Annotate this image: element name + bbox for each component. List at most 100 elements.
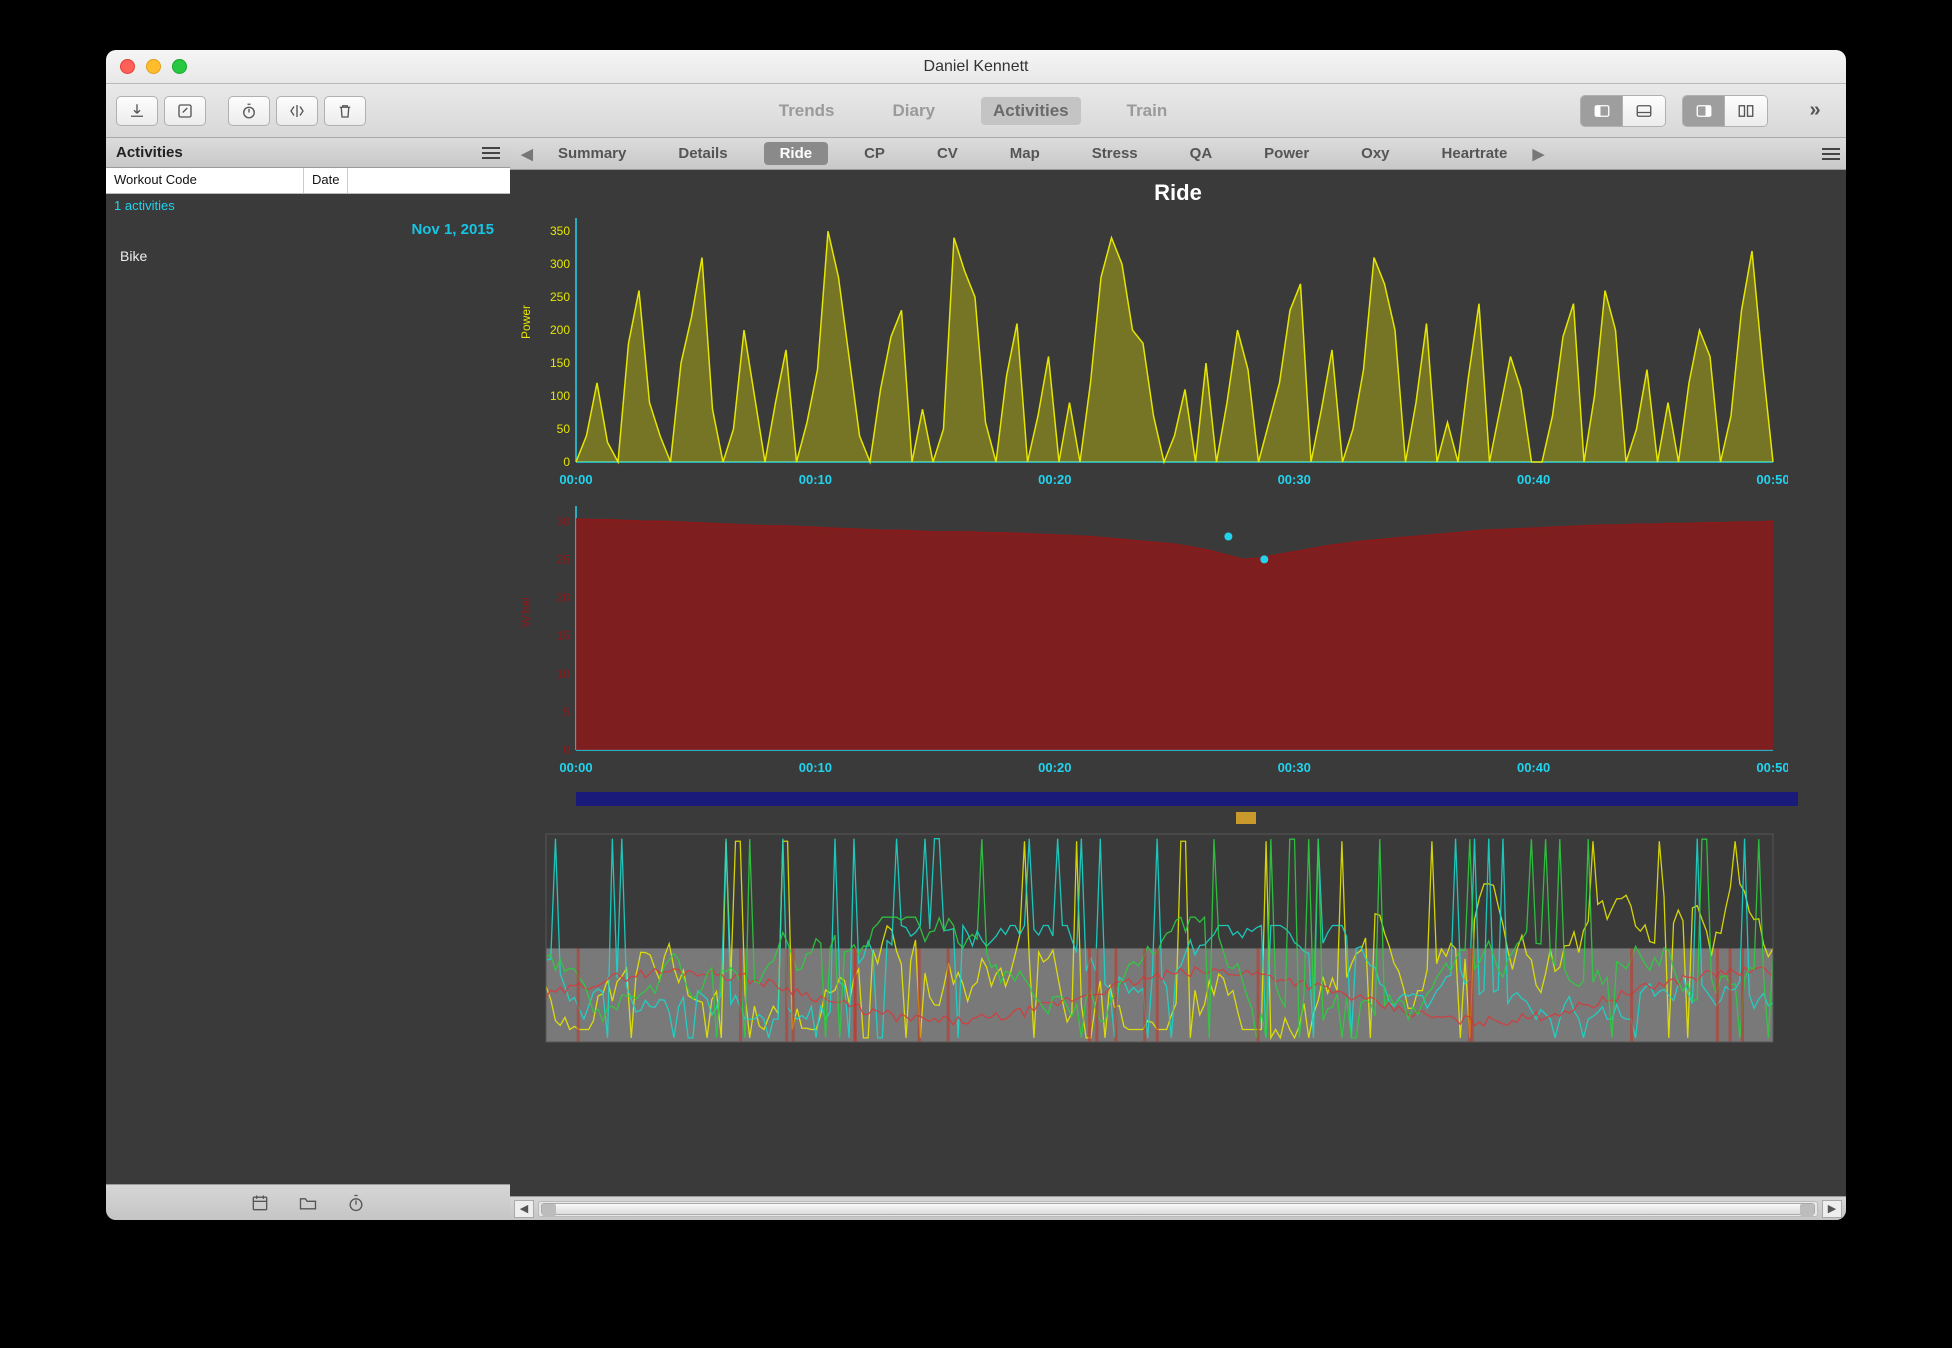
tab-map[interactable]: Map xyxy=(994,142,1056,165)
nav-trends[interactable]: Trends xyxy=(767,97,847,125)
list-header: Workout Code Date xyxy=(106,168,510,194)
chevron-double-right-icon: » xyxy=(1809,99,1820,122)
svg-text:50: 50 xyxy=(557,422,571,436)
tab-heartrate[interactable]: Heartrate xyxy=(1426,142,1524,165)
subtabs: ◀ Summary Details Ride CP CV Map Stress … xyxy=(510,138,1846,170)
tab-cp[interactable]: CP xyxy=(848,142,901,165)
nav-tabs: Trends Diary Activities Train xyxy=(372,97,1574,125)
svg-text:100: 100 xyxy=(550,389,570,403)
wbal-chart[interactable]: W'bal05101520253000:0000:1000:2000:3000:… xyxy=(528,500,1828,780)
svg-text:350: 350 xyxy=(550,224,570,238)
tab-power[interactable]: Power xyxy=(1248,142,1325,165)
scroll-right[interactable]: ▶ xyxy=(1822,1200,1842,1218)
sidebar-header: Activities xyxy=(106,138,510,168)
list-item[interactable]: Bike xyxy=(106,242,510,270)
svg-text:00:30: 00:30 xyxy=(1278,472,1311,487)
stopwatch-icon xyxy=(240,102,258,120)
window-title: Daniel Kennett xyxy=(106,58,1846,76)
stopwatch-button[interactable] xyxy=(228,96,270,126)
right-panel-icon xyxy=(1695,102,1713,120)
split-icon xyxy=(288,102,306,120)
tab-cv[interactable]: CV xyxy=(921,142,974,165)
stopwatch-small-icon[interactable] xyxy=(346,1193,366,1213)
panel-toggle-group-2 xyxy=(1682,95,1768,127)
compare-toggle[interactable] xyxy=(1725,96,1767,126)
overflow-button[interactable]: » xyxy=(1794,96,1836,126)
svg-text:00:20: 00:20 xyxy=(1038,760,1071,775)
svg-text:0: 0 xyxy=(563,455,570,469)
panel-toggle-group-1 xyxy=(1580,95,1666,127)
folder-icon[interactable] xyxy=(298,1193,318,1213)
tab-oxy[interactable]: Oxy xyxy=(1345,142,1405,165)
scrub-marker-track xyxy=(576,812,1798,826)
col-date[interactable]: Date xyxy=(304,168,348,193)
toolbar: Trends Diary Activities Train xyxy=(106,84,1846,138)
svg-text:00:10: 00:10 xyxy=(799,760,832,775)
nav-activities[interactable]: Activities xyxy=(981,97,1081,125)
svg-text:00:20: 00:20 xyxy=(1038,472,1071,487)
main-panel: ◀ Summary Details Ride CP CV Map Stress … xyxy=(510,138,1846,1220)
tab-qa[interactable]: QA xyxy=(1174,142,1229,165)
overview-chart[interactable] xyxy=(528,828,1828,1048)
subtab-menu-button[interactable] xyxy=(1822,145,1840,163)
compose-button[interactable] xyxy=(164,96,206,126)
svg-text:200: 200 xyxy=(550,323,570,337)
nav-train[interactable]: Train xyxy=(1115,97,1180,125)
svg-text:0: 0 xyxy=(563,743,570,757)
svg-text:30: 30 xyxy=(557,514,571,528)
delete-button[interactable] xyxy=(324,96,366,126)
left-panel-toggle[interactable] xyxy=(1581,96,1623,126)
svg-text:00:00: 00:00 xyxy=(559,472,592,487)
subtab-next[interactable]: ▶ xyxy=(1527,143,1549,165)
svg-text:250: 250 xyxy=(550,290,570,304)
tab-summary[interactable]: Summary xyxy=(542,142,642,165)
scroll-left[interactable]: ◀ xyxy=(514,1200,534,1218)
sidebar-footer xyxy=(106,1184,510,1220)
sidebar: Activities Workout Code Date 1 activitie… xyxy=(106,138,510,1220)
activity-group-date: Nov 1, 2015 xyxy=(106,217,510,242)
compose-icon xyxy=(176,102,194,120)
tab-stress[interactable]: Stress xyxy=(1076,142,1154,165)
scrub-marker[interactable] xyxy=(1236,812,1256,824)
subtab-prev[interactable]: ◀ xyxy=(516,143,538,165)
download-button[interactable] xyxy=(116,96,158,126)
trash-icon xyxy=(336,102,354,120)
range-selector-bar[interactable] xyxy=(576,792,1798,806)
bottom-panel-icon xyxy=(1635,102,1653,120)
body: Activities Workout Code Date 1 activitie… xyxy=(106,138,1846,1220)
chart-title: Ride xyxy=(528,180,1828,206)
svg-text:150: 150 xyxy=(550,356,570,370)
app-window: Daniel Kennett Trends Diary Activities T… xyxy=(106,50,1846,1220)
left-panel-icon xyxy=(1593,102,1611,120)
activity-list: 1 activities Nov 1, 2015 Bike xyxy=(106,194,510,1184)
svg-text:15: 15 xyxy=(557,629,571,643)
svg-text:00:10: 00:10 xyxy=(799,472,832,487)
svg-text:5: 5 xyxy=(563,705,570,719)
nav-diary[interactable]: Diary xyxy=(881,97,948,125)
download-icon xyxy=(128,102,146,120)
col-workout-code[interactable]: Workout Code xyxy=(106,168,304,193)
svg-text:25: 25 xyxy=(557,552,571,566)
svg-text:00:00: 00:00 xyxy=(559,760,592,775)
tab-details[interactable]: Details xyxy=(662,142,743,165)
compare-icon xyxy=(1737,102,1755,120)
scroll-thumb[interactable] xyxy=(541,1203,1815,1215)
svg-text:00:30: 00:30 xyxy=(1278,760,1311,775)
svg-text:00:40: 00:40 xyxy=(1517,472,1550,487)
svg-text:20: 20 xyxy=(557,591,571,605)
split-button[interactable] xyxy=(276,96,318,126)
svg-text:300: 300 xyxy=(550,257,570,271)
bottom-panel-toggle[interactable] xyxy=(1623,96,1665,126)
sidebar-menu-button[interactable] xyxy=(482,144,500,162)
titlebar: Daniel Kennett xyxy=(106,50,1846,84)
tab-ride[interactable]: Ride xyxy=(764,142,829,165)
svg-text:10: 10 xyxy=(557,667,571,681)
calendar-icon[interactable] xyxy=(250,1193,270,1213)
power-chart[interactable]: Power05010015020025030035000:0000:1000:2… xyxy=(528,212,1828,492)
scroll-track[interactable] xyxy=(538,1201,1818,1217)
svg-text:00:50: 00:50 xyxy=(1756,760,1788,775)
right-panel-toggle[interactable] xyxy=(1683,96,1725,126)
horizontal-scrollbar: ◀ ▶ xyxy=(510,1196,1846,1220)
charts-area: Ride Power05010015020025030035000:0000:1… xyxy=(510,170,1846,1196)
svg-text:00:40: 00:40 xyxy=(1517,760,1550,775)
